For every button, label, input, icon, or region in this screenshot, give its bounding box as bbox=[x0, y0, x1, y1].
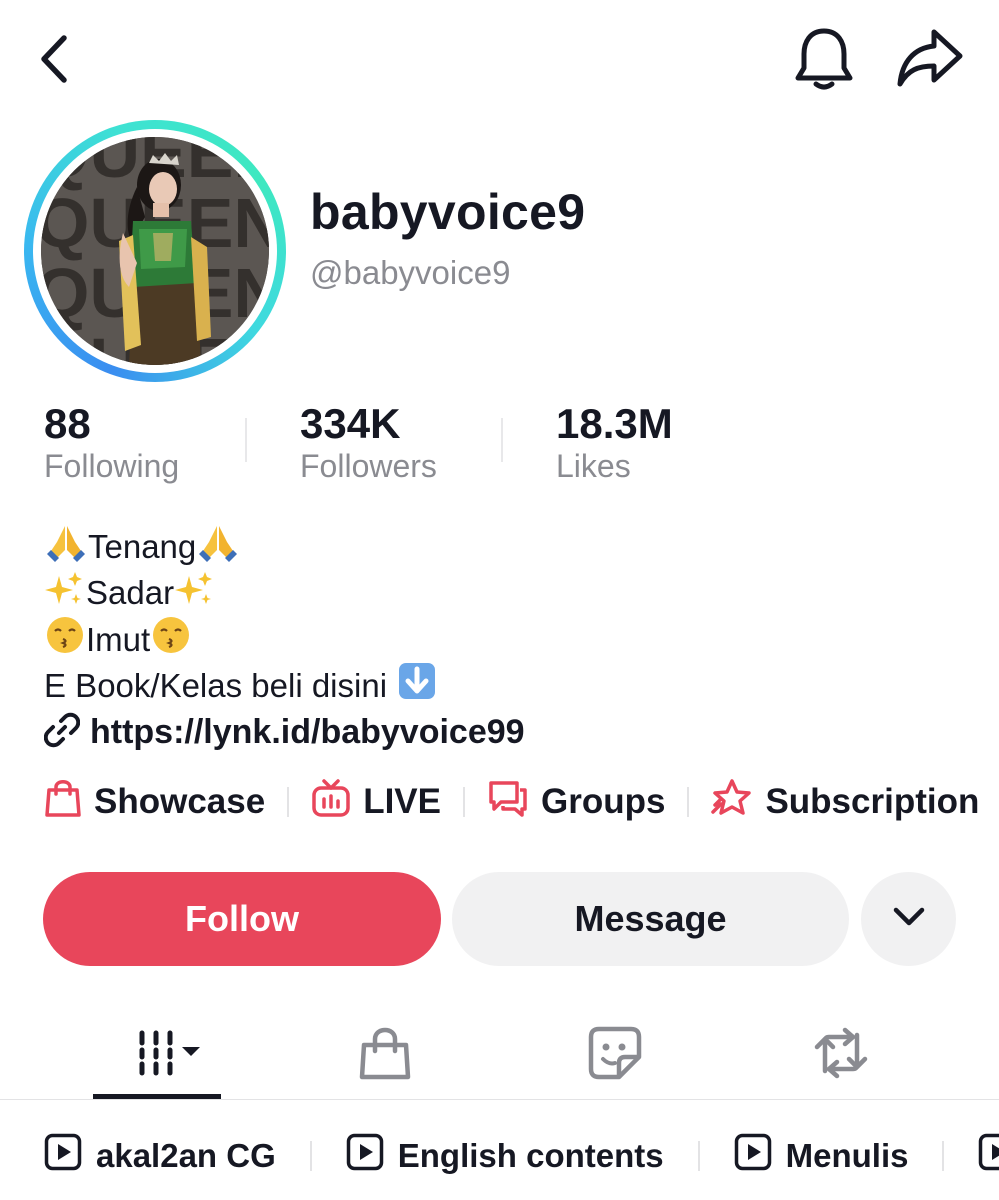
following-count[interactable]: 88 bbox=[44, 400, 91, 448]
play-box-icon bbox=[346, 1133, 384, 1179]
bio-text-imut: Imut bbox=[86, 621, 151, 658]
username-handle: @babyvoice9 bbox=[310, 254, 511, 291]
bio-text-sadar: Sadar bbox=[86, 574, 175, 611]
avatar-photo: QUEEN QUEEN QUEEN QUEEN bbox=[41, 137, 269, 365]
chevron-down-icon bbox=[891, 905, 927, 934]
chat-bubbles-icon bbox=[487, 778, 529, 827]
repost-icon bbox=[811, 1027, 871, 1084]
share-icon[interactable] bbox=[894, 26, 966, 90]
kissing-face-icon bbox=[45, 615, 85, 663]
avatar[interactable]: QUEEN QUEEN QUEEN QUEEN bbox=[24, 120, 286, 382]
tab-favorites[interactable] bbox=[550, 1010, 680, 1100]
playlist-item[interactable]: Menulis bbox=[734, 1133, 909, 1179]
videos-grid-icon bbox=[112, 1027, 202, 1084]
shopping-bag-icon bbox=[358, 1025, 412, 1086]
playlist-divider bbox=[942, 1141, 945, 1171]
followers-label[interactable]: Followers bbox=[300, 448, 437, 485]
likes-label[interactable]: Likes bbox=[556, 448, 631, 485]
playlist-divider bbox=[309, 1141, 312, 1171]
playlist-row: akal2an CG English contents Menulis bbox=[44, 1128, 999, 1184]
sparkles-icon bbox=[45, 570, 85, 616]
play-box-icon bbox=[734, 1133, 772, 1179]
sparkles-icon bbox=[175, 570, 215, 616]
playlist-item[interactable]: English contents bbox=[346, 1133, 664, 1179]
followers-count[interactable]: 334K bbox=[300, 400, 400, 448]
more-options-button[interactable] bbox=[861, 872, 956, 966]
follow-button[interactable]: Follow bbox=[43, 872, 441, 966]
kissing-face-icon bbox=[151, 615, 191, 663]
showcase-button[interactable]: Showcase bbox=[44, 778, 265, 827]
feature-divider bbox=[287, 787, 290, 817]
bio-line-1: Tenang bbox=[44, 524, 240, 570]
live-label: LIVE bbox=[363, 782, 441, 821]
tabs-divider bbox=[0, 1099, 999, 1100]
pray-hands-icon bbox=[45, 524, 87, 570]
display-name: babyvoice9 bbox=[310, 184, 586, 240]
features-row: Showcase LIVE Groups Subscription bbox=[44, 775, 979, 829]
star-badge-icon bbox=[711, 778, 753, 827]
tab-shop[interactable] bbox=[320, 1010, 450, 1100]
bio-line-3: Imut bbox=[44, 615, 192, 663]
profile-link[interactable]: https://lynk.id/babyvoice99 bbox=[43, 712, 525, 753]
playlist-item[interactable]: akal2an CG bbox=[44, 1133, 276, 1179]
playlist-label: English contents bbox=[397, 1137, 664, 1174]
bell-icon[interactable] bbox=[792, 24, 856, 94]
tab-videos[interactable] bbox=[93, 1010, 221, 1100]
stat-divider bbox=[245, 418, 247, 462]
playlist-item-partial[interactable] bbox=[978, 1133, 999, 1179]
playlist-divider bbox=[697, 1141, 700, 1171]
tv-icon bbox=[311, 778, 351, 827]
pray-hands-icon bbox=[197, 524, 239, 570]
playlist-label: akal2an CG bbox=[96, 1137, 276, 1174]
likes-count[interactable]: 18.3M bbox=[556, 400, 673, 448]
bio-line-2: Sadar bbox=[44, 570, 216, 616]
groups-label: Groups bbox=[541, 782, 666, 821]
shopping-bag-icon bbox=[44, 778, 82, 827]
tab-reposts[interactable] bbox=[776, 1010, 906, 1100]
play-box-icon bbox=[44, 1133, 82, 1179]
message-button[interactable]: Message bbox=[452, 872, 849, 966]
play-box-icon bbox=[978, 1133, 999, 1179]
following-label[interactable]: Following bbox=[44, 448, 179, 485]
sticker-face-icon bbox=[587, 1025, 643, 1086]
subscription-label: Subscription bbox=[765, 782, 980, 821]
down-arrow-icon bbox=[397, 661, 437, 709]
bio-text-tenang: Tenang bbox=[88, 528, 197, 565]
showcase-label: Showcase bbox=[94, 782, 266, 821]
stat-divider bbox=[501, 418, 503, 462]
bio-line-4: E Book/Kelas beli disini bbox=[44, 661, 438, 709]
link-icon bbox=[43, 712, 81, 753]
subscription-button[interactable]: Subscription bbox=[711, 778, 979, 827]
link-text[interactable]: https://lynk.id/babyvoice99 bbox=[90, 713, 525, 752]
back-icon[interactable] bbox=[30, 28, 78, 90]
live-button[interactable]: LIVE bbox=[311, 778, 441, 827]
feature-divider bbox=[687, 787, 690, 817]
feature-divider bbox=[463, 787, 465, 817]
playlist-label: Menulis bbox=[785, 1137, 909, 1174]
bio-text-ebook: E Book/Kelas beli disini bbox=[44, 667, 388, 704]
groups-button[interactable]: Groups bbox=[487, 778, 665, 827]
